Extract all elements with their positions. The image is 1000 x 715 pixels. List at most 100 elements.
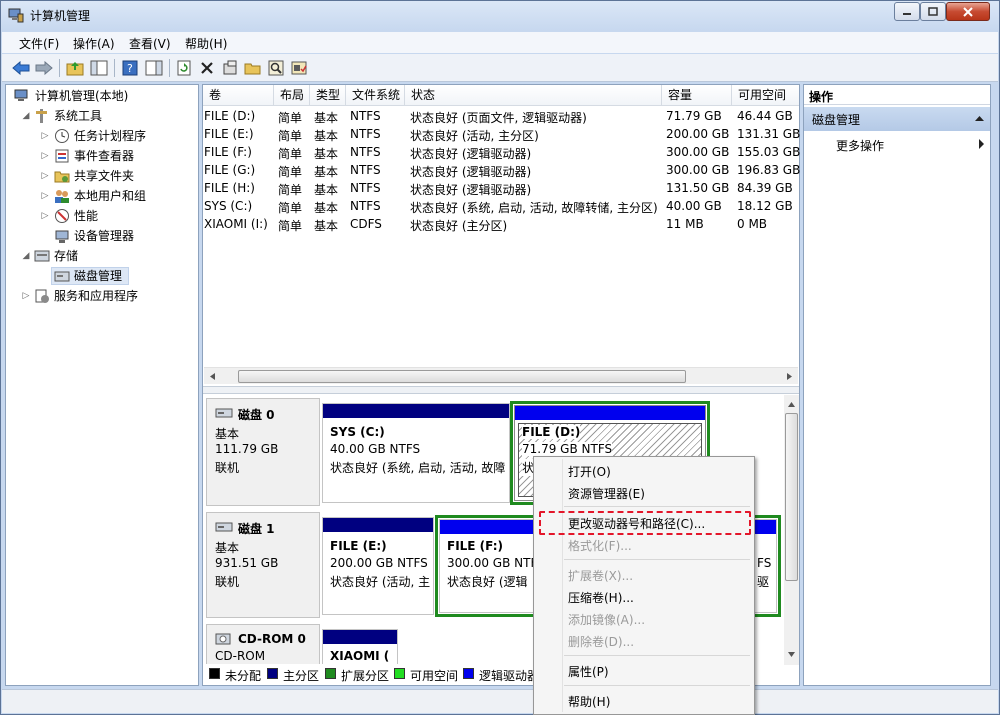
partition-status: 状态良好 (系统, 启动, 活动, 故障 — [330, 461, 506, 475]
scroll-down-icon[interactable] — [787, 651, 796, 659]
collapse-icon[interactable]: ◢ — [21, 111, 31, 121]
column-header-layout[interactable]: 布局 — [273, 85, 309, 106]
up-level-button[interactable] — [65, 58, 85, 78]
tree-item-shared-folders[interactable]: ▷ 共享文件夹 — [6, 167, 196, 185]
cell-type: 基本 — [314, 201, 339, 215]
menu-action[interactable]: 操作(A) — [73, 35, 115, 52]
action-pane-button[interactable] — [144, 58, 164, 78]
open-button[interactable] — [243, 58, 263, 78]
cell-filesystem: CDFS — [350, 217, 382, 231]
scrollbar-thumb[interactable] — [785, 413, 798, 581]
tree-item-task-scheduler[interactable]: ▷ 任务计划程序 — [6, 127, 196, 145]
column-header-filesystem[interactable]: 文件系统 — [345, 85, 404, 106]
volume-row[interactable]: FILE (G:) 简单 基本 NTFS 状态良好 (逻辑驱动器) 300.00… — [203, 161, 800, 179]
computer-management-icon — [8, 8, 24, 23]
forward-button[interactable] — [34, 58, 54, 78]
partition-sys-c[interactable]: SYS (C:) 40.00 GB NTFS 状态良好 (系统, 启动, 活动,… — [322, 403, 510, 503]
tree-item-performance[interactable]: ▷ 性能 — [6, 207, 196, 225]
menu-item-change-drive-letter[interactable]: 更改驱动器号和路径(C)... — [568, 515, 705, 532]
partition-next[interactable]: FS 驱 — [754, 519, 777, 613]
refresh-icon — [177, 60, 191, 76]
logical-drive-bar — [440, 520, 538, 534]
pane-splitter[interactable] — [203, 386, 799, 394]
partition-file-e[interactable]: FILE (E:) 200.00 GB NTFS 状态良好 (活动, 主 — [322, 517, 434, 615]
vertical-scrollbar[interactable] — [784, 395, 799, 665]
more-actions-link[interactable]: 更多操作 — [836, 137, 884, 154]
volume-row[interactable]: XIAOMI (I:) 简单 基本 CDFS 状态良好 (主分区) 11 MB … — [203, 215, 799, 233]
column-header-status[interactable]: 状态 — [404, 85, 661, 106]
search-button[interactable] — [266, 58, 286, 78]
more-actions-label: 更多操作 — [836, 139, 885, 153]
refresh-button[interactable] — [174, 58, 194, 78]
cell-filesystem: NTFS — [350, 145, 381, 159]
expand-icon[interactable]: ▷ — [21, 291, 31, 301]
menu-item-help[interactable]: 帮助(H) — [568, 693, 610, 710]
expand-icon[interactable]: ▷ — [40, 151, 50, 161]
properties-button[interactable] — [220, 58, 240, 78]
cell-status: 状态良好 (页面文件, 逻辑驱动器) — [410, 111, 587, 125]
delete-button[interactable] — [197, 58, 217, 78]
column-header-type[interactable]: 类型 — [309, 85, 345, 106]
cell-layout: 简单 — [278, 111, 303, 125]
volume-row[interactable]: FILE (D:) 简单 基本 NTFS 状态良好 (页面文件, 逻辑驱动器) … — [203, 107, 799, 125]
expand-icon[interactable]: ▷ — [40, 211, 50, 221]
partition-name: XIAOMI ( — [330, 649, 390, 663]
menu-view[interactable]: 查看(V) — [129, 35, 171, 52]
show-hide-tree-button[interactable] — [89, 58, 109, 78]
partition-fragment: FS — [757, 556, 772, 570]
tree-item-event-viewer[interactable]: ▷ 事件查看器 — [6, 147, 196, 165]
cell-volume: XIAOMI (I:) — [204, 217, 268, 231]
horizontal-scrollbar[interactable] — [204, 367, 798, 384]
tree-item-device-manager[interactable]: 设备管理器 — [6, 227, 196, 245]
disk-0-header[interactable]: 磁盘 0 基本 111.79 GB 联机 — [206, 398, 320, 506]
volume-row[interactable]: SYS (C:) 简单 基本 NTFS 状态良好 (系统, 启动, 活动, 故障… — [203, 197, 799, 215]
actions-group-disk-management[interactable]: 磁盘管理 — [804, 107, 990, 131]
tree-item-computer-management[interactable]: 计算机管理(本地) — [6, 87, 196, 105]
column-header-capacity[interactable]: 容量 — [661, 85, 731, 106]
device-manager-icon — [55, 230, 69, 243]
help-button[interactable]: ? — [120, 58, 140, 78]
cell-free-space: 84.39 GB — [737, 181, 793, 195]
menu-item-open[interactable]: 打开(O) — [568, 463, 611, 480]
tools-icon — [36, 109, 47, 123]
cell-volume: FILE (E:) — [204, 127, 254, 141]
scroll-left-icon[interactable] — [208, 372, 216, 381]
expand-icon[interactable]: ▷ — [40, 171, 50, 181]
menu-file[interactable]: 文件(F) — [19, 35, 59, 52]
column-header-volume[interactable]: 卷 — [203, 85, 273, 106]
scroll-up-icon[interactable] — [787, 400, 796, 408]
collapse-icon[interactable]: ◢ — [21, 251, 31, 261]
minimize-button[interactable] — [894, 2, 920, 21]
column-header-free-space[interactable]: 可用空间 — [731, 85, 799, 106]
menu-help[interactable]: 帮助(H) — [185, 35, 227, 52]
tree-item-system-tools[interactable]: ◢ 系统工具 — [6, 107, 196, 125]
tree-item-services-apps[interactable]: ▷ 服务和应用程序 — [6, 287, 196, 305]
maximize-button[interactable] — [920, 2, 946, 21]
cdrom-header[interactable]: CD-ROM 0 CD-ROM — [206, 624, 320, 664]
disk-check-button[interactable] — [289, 58, 309, 78]
cell-layout: 简单 — [278, 201, 303, 215]
scrollbar-thumb[interactable] — [238, 370, 686, 383]
partition-file-f[interactable]: FILE (F:) 300.00 GB NTFS 状态良好 (逻辑 — [439, 519, 539, 613]
volume-row[interactable]: FILE (F:) 简单 基本 NTFS 状态良好 (逻辑驱动器) 300.00… — [203, 143, 800, 161]
clock-icon — [55, 129, 69, 143]
volume-row[interactable]: FILE (E:) 简单 基本 NTFS 状态良好 (活动, 主分区) 200.… — [203, 125, 800, 143]
partition-name: FILE (D:) — [522, 425, 581, 439]
partition-xiaomi[interactable]: XIAOMI ( — [322, 629, 398, 664]
menu-item-properties[interactable]: 属性(P) — [568, 663, 609, 680]
volume-row[interactable]: FILE (H:) 简单 基本 NTFS 状态良好 (逻辑驱动器) 131.50… — [203, 179, 799, 197]
menu-item-shrink-volume[interactable]: 压缩卷(H)... — [568, 589, 634, 606]
disk-1-header[interactable]: 磁盘 1 基本 931.51 GB 联机 — [206, 512, 320, 618]
expand-icon[interactable]: ▷ — [40, 131, 50, 141]
back-button[interactable] — [11, 58, 31, 78]
menu-item-explorer[interactable]: 资源管理器(E) — [568, 485, 645, 502]
close-button[interactable] — [946, 2, 990, 21]
users-icon — [55, 190, 69, 203]
tree-item-local-users[interactable]: ▷ 本地用户和组 — [6, 187, 196, 205]
partition-name: FILE (F:) — [447, 539, 503, 553]
tree-item-storage[interactable]: ◢ 存储 — [6, 247, 196, 265]
expand-icon[interactable]: ▷ — [40, 191, 50, 201]
scroll-right-icon[interactable] — [786, 372, 794, 381]
tree-item-disk-management[interactable]: 磁盘管理 — [51, 267, 129, 285]
collapse-up-icon[interactable] — [975, 115, 984, 122]
